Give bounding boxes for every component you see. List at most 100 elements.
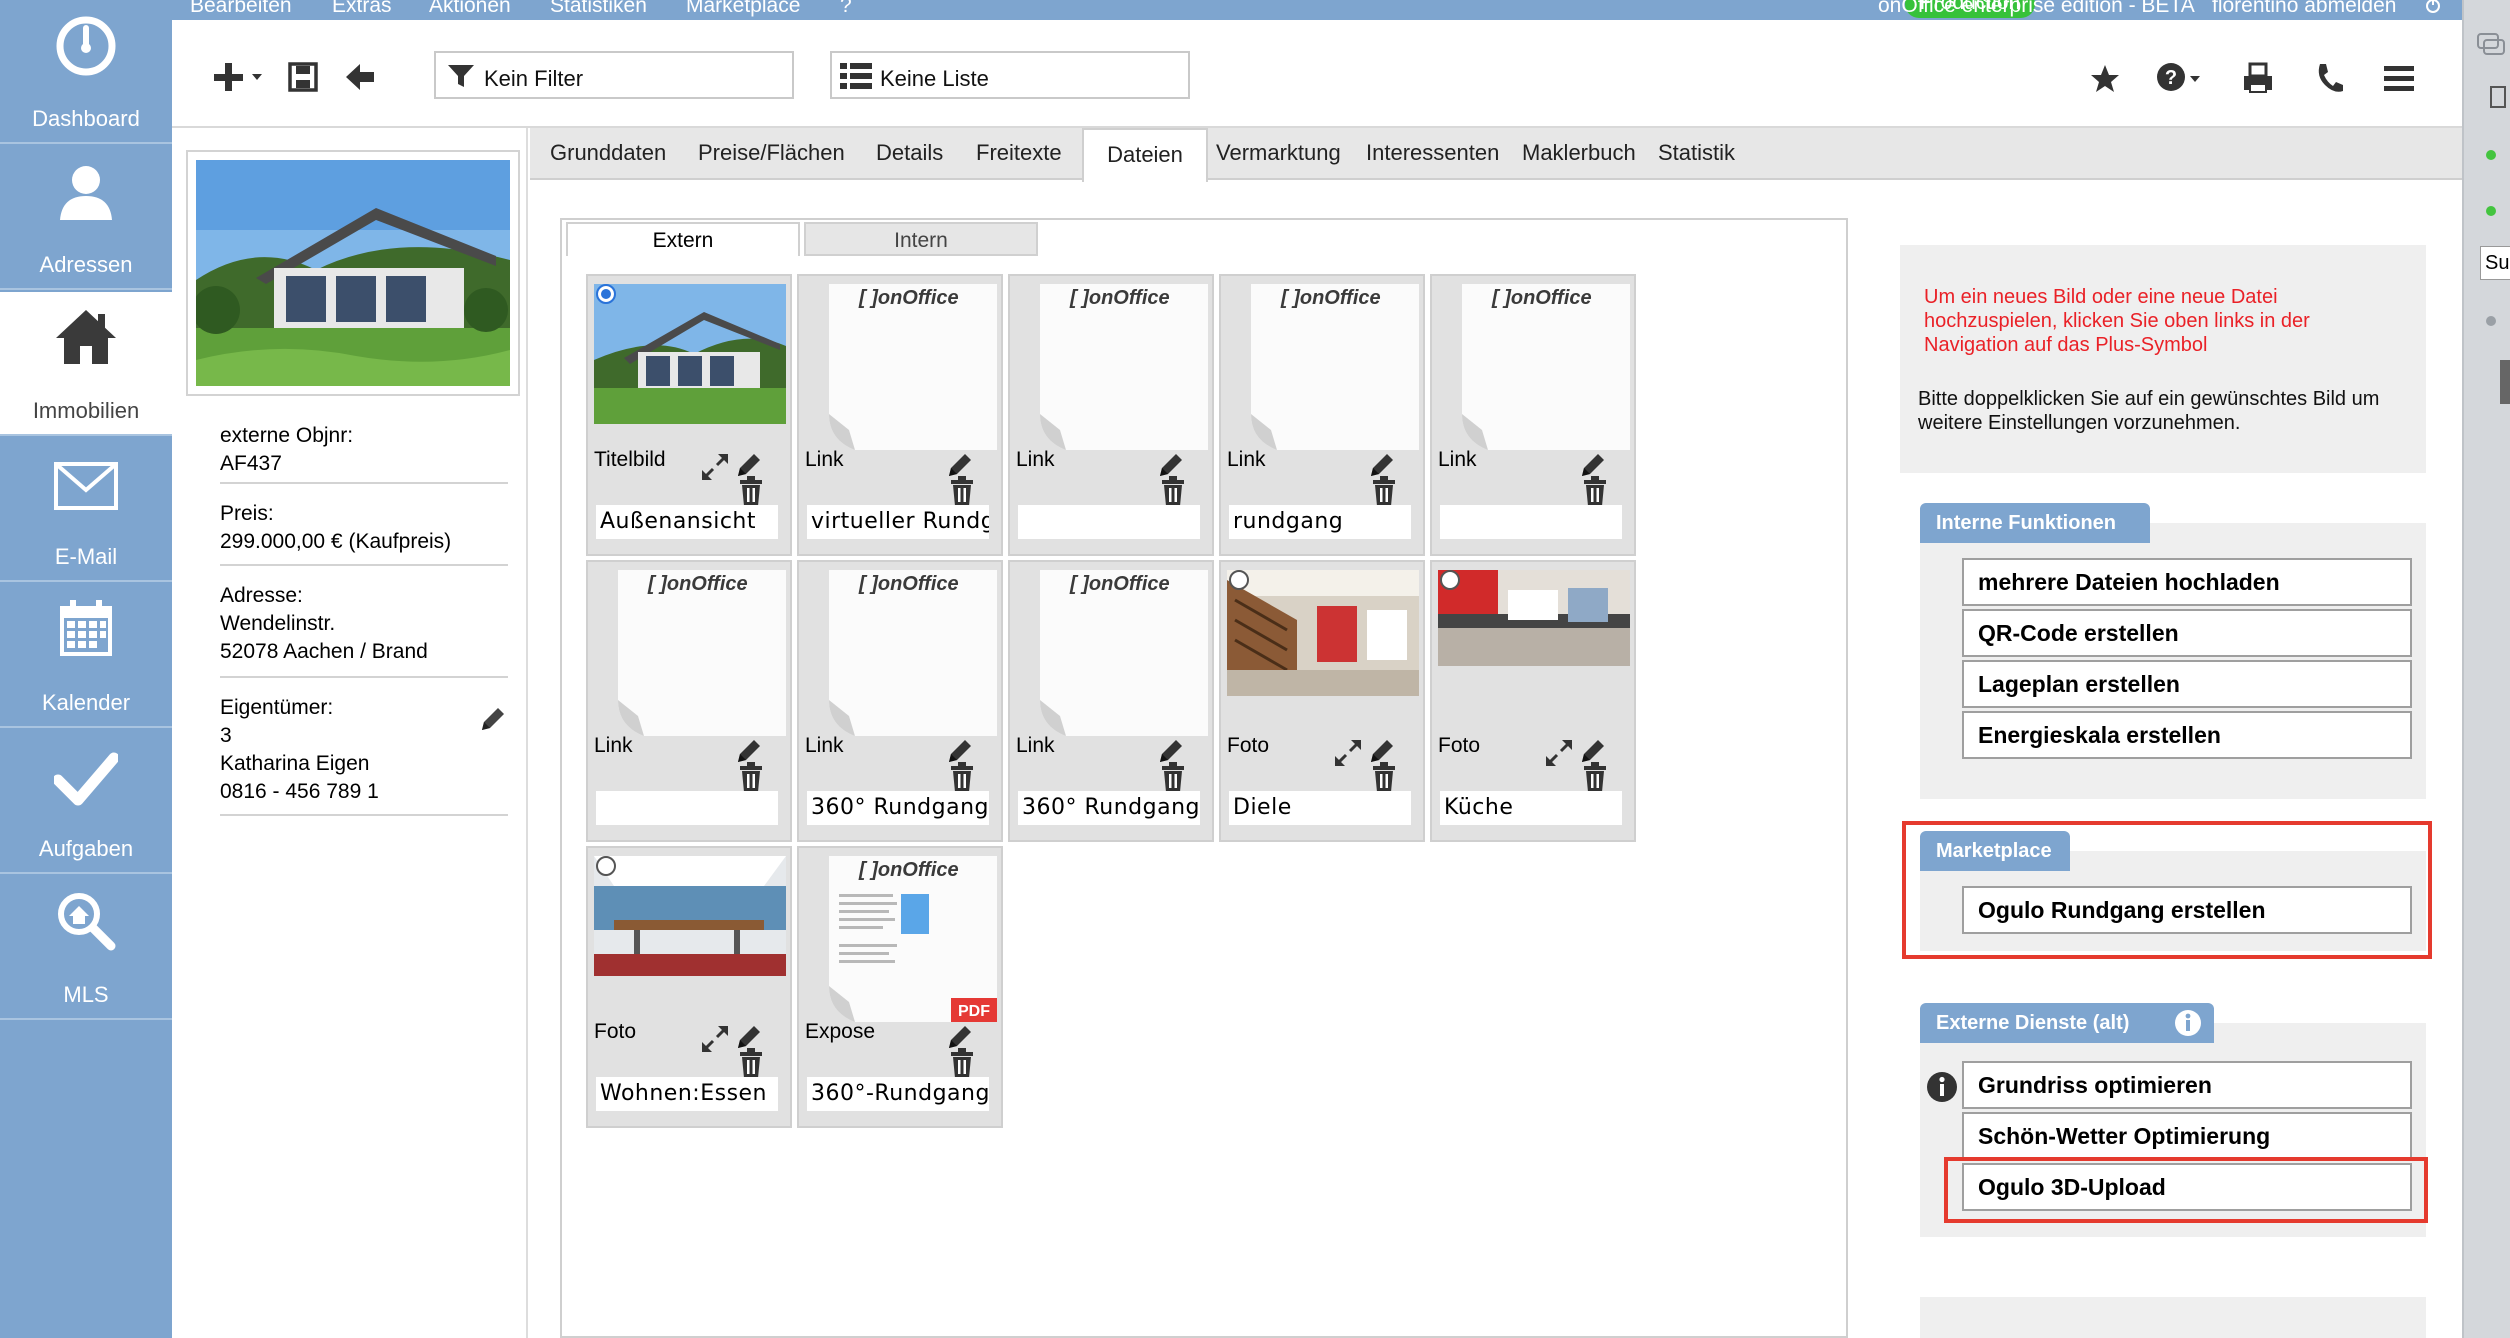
nav-item-mls[interactable]: MLS bbox=[0, 876, 172, 1020]
energieskala-erstellen-button[interactable]: Energieskala erstellen bbox=[1962, 711, 2412, 759]
ogulo-upload-highlight bbox=[1944, 1157, 2428, 1223]
file-caption: virtueller Rundg bbox=[807, 505, 989, 539]
file-thumbnail[interactable]: Titelbild Außenansicht bbox=[586, 274, 792, 556]
info-circle-icon[interactable] bbox=[1926, 1071, 1958, 1103]
tab-preise-flaechen[interactable]: Preise/Flächen bbox=[698, 128, 845, 180]
file-preview-image[interactable]: [ ]onOffice bbox=[1016, 566, 1208, 736]
file-preview-image[interactable] bbox=[594, 280, 786, 450]
file-thumbnail[interactable]: [ ]onOffice Link virtueller Rundg bbox=[797, 274, 1003, 556]
title-image-radio[interactable] bbox=[1229, 570, 1249, 590]
window-icon[interactable] bbox=[2490, 86, 2506, 108]
logout-link[interactable]: florentino abmelden bbox=[2212, 0, 2396, 18]
file-thumbnail[interactable]: Foto Wohnen:Essen bbox=[586, 846, 792, 1128]
grundriss-optimieren-button[interactable]: Grundriss optimieren bbox=[1962, 1061, 2412, 1109]
menu-marketplace[interactable]: Marketplace bbox=[686, 0, 800, 18]
filter-select[interactable]: Kein Filter bbox=[434, 51, 794, 99]
nav-item-dashboard[interactable]: Dashboard bbox=[0, 0, 172, 144]
scroll-handle[interactable] bbox=[2500, 360, 2510, 404]
schoen-wetter-optimierung-button[interactable]: Schön-Wetter Optimierung bbox=[1962, 1112, 2412, 1160]
tab-freitexte[interactable]: Freitexte bbox=[976, 128, 1062, 180]
file-thumbnail[interactable]: [ ]onOffice Link 360° Rundgang bbox=[797, 560, 1003, 842]
file-thumbnail[interactable]: [ ]onOffice Link rundgang bbox=[1219, 274, 1425, 556]
file-thumbnail[interactable]: [ ]onOffice Link bbox=[1008, 274, 1214, 556]
file-preview-image[interactable] bbox=[594, 852, 786, 1022]
nav-label: E-Mail bbox=[54, 544, 118, 569]
file-preview-image[interactable]: [ ]onOffice bbox=[1438, 280, 1630, 450]
file-thumbnail[interactable]: [ ]onOffice Link bbox=[1430, 274, 1636, 556]
file-preview-image[interactable]: [ ]onOffice PDF bbox=[805, 852, 997, 1022]
subtab-intern[interactable]: Intern bbox=[804, 222, 1038, 256]
tab-grunddaten[interactable]: Grunddaten bbox=[550, 128, 666, 180]
title-image-radio[interactable] bbox=[596, 284, 616, 304]
help-icon[interactable]: ? bbox=[2156, 62, 2202, 94]
file-thumbnail[interactable]: [ ]onOffice PDF Expose 360°-Rundgang bbox=[797, 846, 1003, 1128]
expand-icon[interactable] bbox=[1333, 738, 1363, 773]
expand-icon[interactable] bbox=[700, 1024, 730, 1059]
file-thumbnail[interactable]: [ ]onOffice Link 360° Rundgang bbox=[1008, 560, 1214, 842]
svg-text:[ ]onOffice: [ ]onOffice bbox=[858, 859, 959, 881]
file-thumbnail[interactable]: Foto Diele bbox=[1219, 560, 1425, 842]
detail-tabs: Grunddaten Preise/Flächen Details Freite… bbox=[530, 128, 2462, 182]
tab-dateien[interactable]: Dateien bbox=[1082, 128, 1208, 182]
expand-icon[interactable] bbox=[1544, 738, 1574, 773]
save-icon[interactable] bbox=[288, 62, 318, 92]
nav-item-email[interactable]: E-Mail bbox=[0, 438, 172, 582]
property-photo[interactable] bbox=[186, 150, 520, 396]
print-icon[interactable] bbox=[2242, 62, 2274, 94]
house-photo bbox=[192, 160, 510, 386]
file-type-label: Link bbox=[594, 734, 633, 757]
file-preview-image[interactable] bbox=[1227, 566, 1419, 736]
file-preview-image[interactable]: [ ]onOffice bbox=[594, 566, 786, 736]
title-image-radio[interactable] bbox=[596, 856, 616, 876]
star-icon[interactable] bbox=[2090, 64, 2120, 94]
phone-icon[interactable] bbox=[2314, 62, 2344, 94]
menu-help[interactable]: ? bbox=[840, 0, 852, 18]
price-block: Preis: 299.000,00 € (Kaufpreis) bbox=[220, 496, 508, 566]
owner-label: Eigentümer: bbox=[220, 696, 334, 719]
menu-icon[interactable] bbox=[2384, 66, 2414, 92]
menu-extras[interactable]: Extras bbox=[332, 0, 392, 18]
nav-item-adressen[interactable]: Adressen bbox=[0, 146, 172, 290]
mehrere-dateien-hochladen-button[interactable]: mehrere Dateien hochladen bbox=[1962, 558, 2412, 606]
search-input[interactable] bbox=[2480, 246, 2510, 280]
tab-details[interactable]: Details bbox=[876, 128, 943, 180]
file-gallery: Extern Intern Titelbild Außenansicht [ ]on… bbox=[560, 218, 1848, 1338]
group-footer bbox=[1920, 1297, 2426, 1338]
address-label: Adresse: bbox=[220, 584, 303, 607]
nav-item-kalender[interactable]: Kalender bbox=[0, 584, 172, 728]
list-select[interactable]: Keine Liste bbox=[830, 51, 1190, 99]
file-preview-image[interactable]: [ ]onOffice bbox=[1016, 280, 1208, 450]
file-preview-image[interactable]: [ ]onOffice bbox=[805, 566, 997, 736]
edit-owner-pencil-icon[interactable] bbox=[478, 704, 508, 734]
back-arrow-icon[interactable] bbox=[344, 62, 376, 92]
group-title-interne: Interne Funktionen bbox=[1920, 503, 2150, 543]
file-preview-image[interactable] bbox=[1438, 566, 1630, 736]
file-caption: Wohnen:Essen bbox=[596, 1077, 778, 1111]
group-title-externe: Externe Dienste (alt) bbox=[1920, 1003, 2214, 1043]
lageplan-erstellen-button[interactable]: Lageplan erstellen bbox=[1962, 660, 2412, 708]
tab-maklerbuch[interactable]: Maklerbuch bbox=[1522, 128, 1636, 180]
expand-icon[interactable] bbox=[700, 452, 730, 487]
tab-vermarktung[interactable]: Vermarktung bbox=[1216, 128, 1341, 180]
menu-statistiken[interactable]: Statistiken bbox=[550, 0, 647, 18]
menu-aktionen[interactable]: Aktionen bbox=[429, 0, 511, 18]
info-icon[interactable] bbox=[2174, 1009, 2202, 1037]
file-thumbnail[interactable]: Foto Küche bbox=[1430, 560, 1636, 842]
nav-item-aufgaben[interactable]: Aufgaben bbox=[0, 730, 172, 874]
menu-bearbeiten[interactable]: Bearbeiten bbox=[190, 0, 292, 18]
file-preview-image[interactable]: [ ]onOffice bbox=[1227, 280, 1419, 450]
plus-icon[interactable] bbox=[214, 60, 264, 94]
title-image-radio[interactable] bbox=[1440, 570, 1460, 590]
file-type-label: Link bbox=[1016, 734, 1055, 757]
qr-code-erstellen-button[interactable]: QR-Code erstellen bbox=[1962, 609, 2412, 657]
subtab-extern[interactable]: Extern bbox=[566, 222, 800, 256]
tab-statistik[interactable]: Statistik bbox=[1658, 128, 1735, 180]
tab-interessenten[interactable]: Interessenten bbox=[1366, 128, 1499, 180]
chat-icon[interactable] bbox=[2476, 30, 2506, 60]
power-icon[interactable] bbox=[2424, 0, 2442, 14]
svg-text:[ ]onOffice: [ ]onOffice bbox=[1069, 287, 1170, 309]
file-thumbnail[interactable]: [ ]onOffice Link bbox=[586, 560, 792, 842]
nav-item-immobilien[interactable]: Immobilien bbox=[0, 292, 172, 436]
nav-label: MLS bbox=[63, 982, 109, 1007]
file-preview-image[interactable]: [ ]onOffice bbox=[805, 280, 997, 450]
